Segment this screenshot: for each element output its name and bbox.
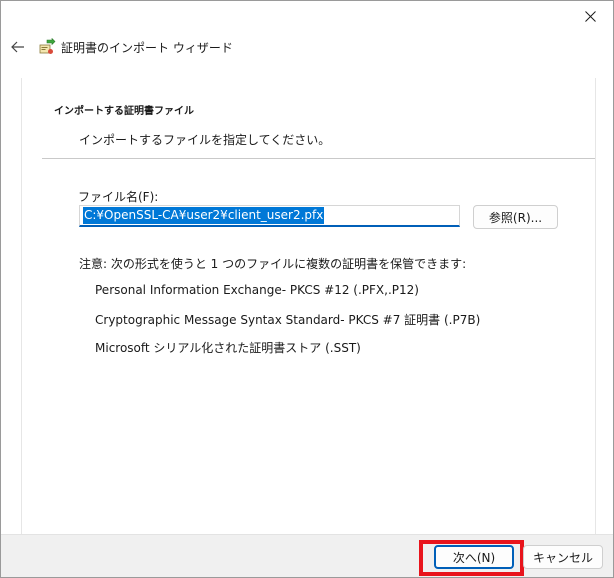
format-item: Personal Information Exchange- PKCS #12 …: [95, 283, 419, 297]
wizard-window: 証明書のインポート ウィザード インポートする証明書ファイル インポートするファ…: [0, 0, 614, 578]
file-name-label: ファイル名(F):: [78, 190, 159, 204]
cancel-button[interactable]: キャンセル: [523, 545, 603, 569]
format-item: Cryptographic Message Syntax Standard- P…: [95, 313, 481, 327]
close-button[interactable]: [567, 1, 613, 31]
header-divider: [42, 158, 595, 159]
format-note: 注意: 次の形式を使うと 1 つのファイルに複数の証明書を保管できます:: [79, 257, 467, 271]
back-arrow-icon: [11, 41, 24, 53]
back-button[interactable]: [7, 37, 29, 57]
page-description: インポートするファイルを指定してください。: [79, 133, 331, 147]
file-name-input[interactable]: C:¥OpenSSL-CA¥user2¥client_user2.pfx: [79, 205, 460, 227]
next-button[interactable]: 次へ(N): [434, 545, 514, 569]
page-heading: インポートする証明書ファイル: [54, 106, 194, 117]
browse-button[interactable]: 参照(R)...: [473, 205, 558, 229]
certificate-import-icon: [39, 38, 56, 54]
format-item: Microsoft シリアル化された証明書ストア (.SST): [95, 341, 361, 355]
close-icon: [584, 10, 596, 22]
wizard-content: インポートする証明書ファイル インポートするファイルを指定してください。 ファイ…: [21, 78, 596, 534]
wizard-title: 証明書のインポート ウィザード: [61, 41, 233, 55]
file-name-value: C:¥OpenSSL-CA¥user2¥client_user2.pfx: [83, 207, 325, 224]
